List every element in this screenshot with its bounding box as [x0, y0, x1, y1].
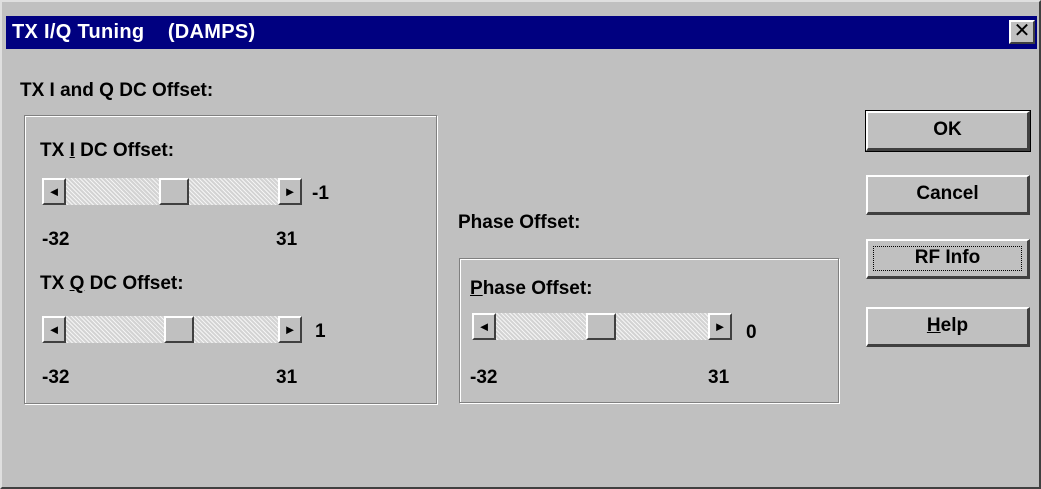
- right-arrow-icon: ►: [283, 322, 297, 337]
- help-suffix: elp: [940, 315, 969, 336]
- window-title: TX I/Q Tuning (DAMPS): [12, 21, 256, 43]
- tx-q-offset-label: TX Q DC Offset:: [40, 273, 184, 295]
- phase-offset-label: Phase Offset:: [470, 278, 593, 300]
- phase-offset-value: 0: [746, 322, 757, 343]
- dialog-window: TX I/Q Tuning (DAMPS) ✕ TX I and Q DC Of…: [0, 0, 1041, 489]
- close-button[interactable]: ✕: [1009, 20, 1035, 44]
- tx-q-scroll-right-button[interactable]: ►: [278, 316, 302, 343]
- tx-i-offset-label: TX I DC Offset:: [40, 140, 174, 162]
- tx-i-scroll-right-button[interactable]: ►: [278, 178, 302, 205]
- left-arrow-icon: ◄: [477, 319, 491, 334]
- title-bar[interactable]: TX I/Q Tuning (DAMPS) ✕: [6, 16, 1037, 49]
- phase-offset-max: 31: [708, 367, 730, 388]
- help-button[interactable]: Help: [866, 307, 1030, 347]
- rf-info-button-label: RF Info: [914, 247, 981, 268]
- tx-i-label-suffix: DC Offset:: [74, 140, 175, 161]
- right-arrow-icon: ►: [713, 319, 727, 334]
- tx-i-label-prefix: TX: [40, 140, 70, 161]
- phase-offset-section-label: Phase Offset:: [458, 212, 581, 233]
- tx-q-scroll-thumb[interactable]: [164, 316, 194, 343]
- tx-q-offset-value: 1: [315, 321, 326, 342]
- tx-i-scroll-thumb[interactable]: [159, 178, 189, 205]
- cancel-button[interactable]: Cancel: [866, 175, 1030, 215]
- tx-i-offset-slider[interactable]: ◄ ►: [42, 178, 302, 205]
- tx-i-offset-max: 31: [276, 229, 298, 250]
- left-arrow-icon: ◄: [47, 322, 61, 337]
- phase-label-suffix: hase Offset:: [482, 278, 593, 299]
- tx-i-offset-min: -32: [42, 229, 70, 250]
- tx-q-scroll-left-button[interactable]: ◄: [42, 316, 66, 343]
- tx-i-offset-value: -1: [312, 183, 329, 204]
- rf-info-button[interactable]: RF Info: [866, 239, 1030, 279]
- phase-scroll-left-button[interactable]: ◄: [472, 313, 496, 340]
- right-arrow-icon: ►: [283, 184, 297, 199]
- ok-button[interactable]: OK: [865, 110, 1031, 152]
- left-arrow-icon: ◄: [47, 184, 61, 199]
- ok-button-label: OK: [933, 119, 962, 140]
- tx-q-offset-max: 31: [276, 367, 298, 388]
- close-icon: ✕: [1013, 20, 1031, 42]
- help-button-label: Help: [927, 315, 968, 336]
- tx-i-scroll-left-button[interactable]: ◄: [42, 178, 66, 205]
- tx-q-label-suffix: DC Offset:: [84, 273, 184, 294]
- help-mnemonic: H: [926, 315, 941, 336]
- tx-q-label-prefix: TX: [40, 273, 70, 294]
- dc-offset-section-label: TX I and Q DC Offset:: [20, 80, 214, 101]
- phase-label-mnemonic: P: [470, 278, 483, 299]
- phase-scroll-thumb[interactable]: [586, 313, 616, 340]
- cancel-button-label: Cancel: [916, 183, 979, 204]
- tx-q-label-mnemonic: Q: [69, 273, 85, 294]
- phase-offset-slider[interactable]: ◄ ►: [472, 313, 732, 340]
- tx-q-offset-slider[interactable]: ◄ ►: [42, 316, 302, 343]
- phase-scroll-right-button[interactable]: ►: [708, 313, 732, 340]
- tx-q-offset-min: -32: [42, 367, 70, 388]
- phase-offset-min: -32: [470, 367, 498, 388]
